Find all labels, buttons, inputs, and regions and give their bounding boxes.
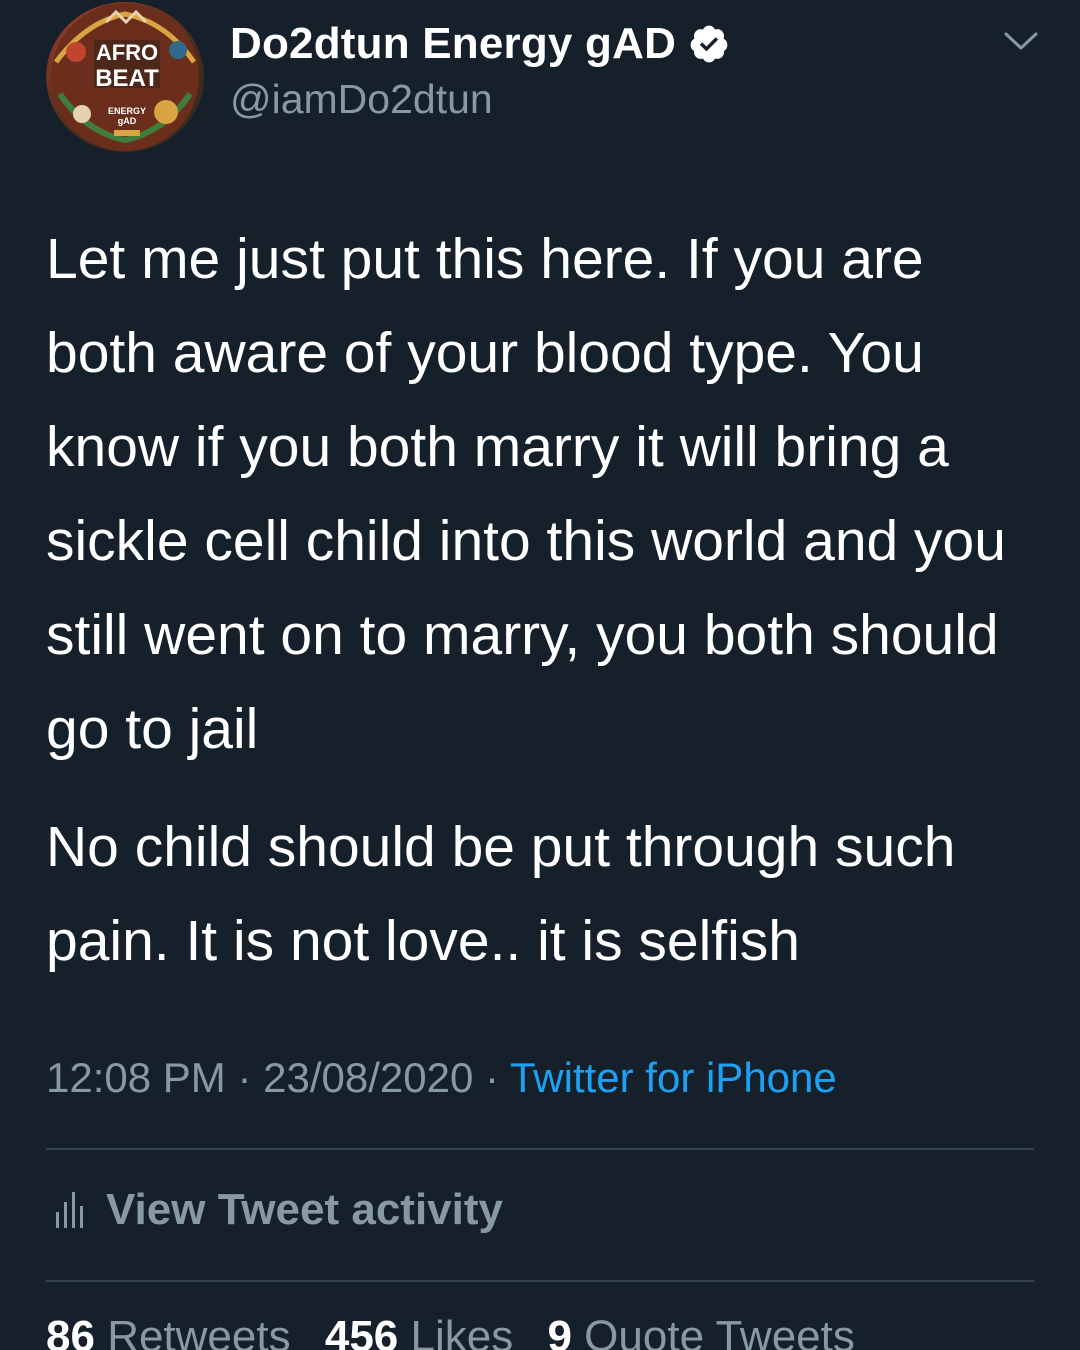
author-display-name[interactable]: Do2dtun Energy gAD bbox=[230, 19, 676, 69]
avatar-artwork: AFRO BEAT ENERGY gAD bbox=[51, 3, 199, 151]
view-tweet-activity-button[interactable]: View Tweet activity bbox=[54, 1180, 503, 1240]
chevron-down-icon[interactable] bbox=[1002, 26, 1040, 56]
avatar[interactable]: AFRO BEAT ENERGY gAD bbox=[46, 2, 204, 152]
divider bbox=[46, 1280, 1034, 1282]
view-tweet-activity-label: View Tweet activity bbox=[106, 1185, 503, 1234]
author-name-row: Do2dtun Energy gAD bbox=[230, 16, 730, 72]
likes-stat[interactable]: 456 Likes bbox=[325, 1312, 513, 1350]
retweets-label: Retweets bbox=[107, 1312, 291, 1350]
bar-chart-icon bbox=[54, 1190, 84, 1230]
avatar-logo-text-gad: gAD bbox=[118, 116, 137, 126]
tweet-source-link[interactable]: Twitter for iPhone bbox=[510, 1054, 837, 1101]
quote-tweets-label: Quote Tweets bbox=[584, 1312, 855, 1350]
meta-separator: · bbox=[237, 1054, 252, 1101]
avatar-logo-text-energy: ENERGY bbox=[108, 106, 146, 116]
tweet-paragraph: Let me just put this here. If you are bo… bbox=[46, 227, 1006, 761]
tweet-paragraph: No child should be put through such pain… bbox=[46, 815, 956, 973]
meta-separator: · bbox=[485, 1054, 500, 1101]
tweet-time[interactable]: 12:08 PM bbox=[46, 1054, 226, 1101]
tweet-header: AFRO BEAT ENERGY gAD Do2dtun Energy gAD … bbox=[0, 0, 1080, 170]
tweet-stats: 86 Retweets 456 Likes 9 Quote Tweets bbox=[46, 1312, 877, 1350]
divider bbox=[46, 1148, 1034, 1150]
avatar-logo-text-afro: AFRO bbox=[96, 40, 158, 65]
likes-label: Likes bbox=[410, 1312, 514, 1350]
quote-tweets-count: 9 bbox=[547, 1312, 572, 1350]
retweets-count: 86 bbox=[46, 1312, 95, 1350]
avatar-logo-text-beat: BEAT bbox=[95, 65, 159, 92]
tweet-meta: 12:08 PM · 23/08/2020 · Twitter for iPho… bbox=[46, 1054, 837, 1102]
author-handle[interactable]: @iamDo2dtun bbox=[230, 76, 493, 123]
verified-badge-icon bbox=[688, 23, 730, 65]
quote-tweets-stat[interactable]: 9 Quote Tweets bbox=[547, 1312, 854, 1350]
retweets-stat[interactable]: 86 Retweets bbox=[46, 1312, 291, 1350]
tweet-date[interactable]: 23/08/2020 bbox=[263, 1054, 473, 1101]
tweet-text: Let me just put this here. If you are bo… bbox=[46, 212, 1046, 988]
likes-count: 456 bbox=[324, 1312, 399, 1350]
